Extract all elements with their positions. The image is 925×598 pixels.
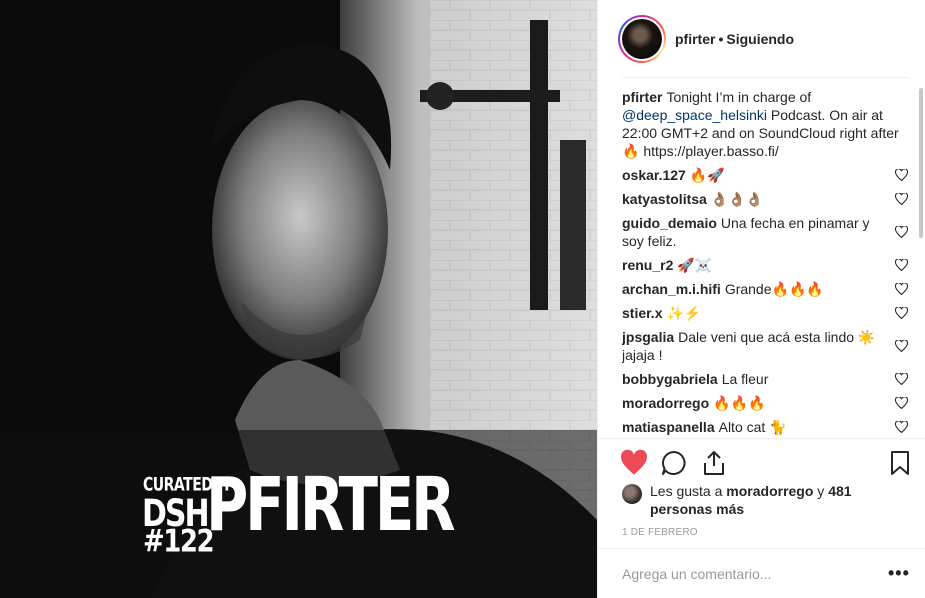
comment-input[interactable] <box>622 563 862 585</box>
heart-outline-icon[interactable] <box>895 340 908 352</box>
comment-item: archan_m.i.hifi Grande🔥🔥🔥 <box>622 280 916 298</box>
add-comment-bar: ••• <box>598 548 925 598</box>
heart-outline-icon[interactable] <box>895 193 908 205</box>
comments-list[interactable]: pfirter Tonight I’m in charge of @deep_sp… <box>622 88 916 438</box>
comment-username[interactable]: bobbygabriela <box>622 371 718 387</box>
save-button[interactable] <box>886 449 914 477</box>
heart-outline-icon[interactable] <box>895 421 908 433</box>
heart-outline-icon[interactable] <box>895 307 908 319</box>
comment-username[interactable]: oskar.127 <box>622 167 686 183</box>
heart-outline-icon[interactable] <box>895 373 908 385</box>
comment-bubble-icon <box>662 451 686 475</box>
comment-item: guido_demaio Una fecha en pinamar y soy f… <box>622 214 916 250</box>
like-button[interactable] <box>620 449 648 477</box>
likes-prefix: Les gusta a <box>650 483 723 499</box>
comment-item: oskar.127 🔥🚀 <box>622 166 916 184</box>
share-icon <box>704 451 724 475</box>
likes-summary: Les gusta a moradorrego y 481 personas m… <box>622 482 912 518</box>
post-header: pfirter • Siguiendo <box>598 0 925 78</box>
header-info: pfirter • Siguiendo <box>675 31 794 47</box>
caption-username[interactable]: pfirter <box>622 89 662 105</box>
heart-filled-icon <box>621 449 647 475</box>
comment-text: 🔥🔥🔥 <box>713 395 766 411</box>
likes-conj: y <box>817 483 825 499</box>
bookmark-icon <box>891 451 909 475</box>
comment-username[interactable]: archan_m.i.hifi <box>622 281 721 297</box>
caption-text-before: Tonight I’m in charge of <box>666 89 812 105</box>
liker-avatar[interactable] <box>622 484 642 504</box>
comment-item: jpsgalia Dale veni que acá esta lindo ☀️ … <box>622 328 916 364</box>
post-photo[interactable]: CURATEDBY DSH #122 PFIRTER <box>0 0 597 598</box>
comment-username[interactable]: guido_demaio <box>622 215 717 231</box>
heart-outline-icon[interactable] <box>895 283 908 295</box>
comment-text: 👌🏽👌🏽👌🏽 <box>710 191 764 207</box>
comment-username[interactable]: moradorrego <box>622 395 709 411</box>
comment-username[interactable]: matiaspanella <box>622 419 715 435</box>
comment-item: bobbygabriela La fleur <box>622 370 916 388</box>
comment-item: katyastolitsa 👌🏽👌🏽👌🏽 <box>622 190 916 208</box>
comment-text: La fleur <box>721 371 769 387</box>
post-caption: pfirter Tonight I’m in charge of @deep_sp… <box>622 88 916 160</box>
heart-outline-icon[interactable] <box>895 397 908 409</box>
post-side-panel: pfirter • Siguiendo pfirter Tonight I’m in … <box>597 0 925 598</box>
comment-username[interactable]: stier.x <box>622 305 662 321</box>
heart-outline-icon[interactable] <box>895 259 908 271</box>
post-date[interactable]: 1 DE FEBRERO <box>622 527 698 538</box>
caption-mention[interactable]: @deep_space_helsinki <box>622 107 767 123</box>
comment-item: renu_r2 🚀☠️ <box>622 256 916 274</box>
comment-item: moradorrego 🔥🔥🔥 <box>622 394 916 412</box>
more-options-icon[interactable]: ••• <box>888 564 910 582</box>
share-button[interactable] <box>700 449 728 477</box>
overlay-artist-name: PFIRTER <box>206 462 456 548</box>
heart-outline-icon[interactable] <box>895 226 908 238</box>
comment-button[interactable] <box>660 449 688 477</box>
header-divider <box>622 77 909 78</box>
comment-item: matiaspanella Alto cat 🐈 <box>622 418 916 436</box>
header-username[interactable]: pfirter <box>675 31 715 47</box>
heart-outline-icon[interactable] <box>895 169 908 181</box>
header-separator: • <box>718 31 724 47</box>
comment-username[interactable]: renu_r2 <box>622 257 673 273</box>
liker-username[interactable]: moradorrego <box>726 483 813 499</box>
comment-username[interactable]: katyastolitsa <box>622 191 707 207</box>
comment-text: Alto cat 🐈 <box>718 419 787 435</box>
action-bar <box>598 438 925 488</box>
profile-avatar[interactable] <box>618 15 666 63</box>
overlay-number: #122 <box>143 524 215 560</box>
comment-username[interactable]: jpsgalia <box>622 329 674 345</box>
comment-text: 🔥🚀 <box>689 167 725 183</box>
comment-item: stier.x ✨⚡ <box>622 304 916 322</box>
comment-text: 🚀☠️ <box>677 257 713 273</box>
comment-text: Grande🔥🔥🔥 <box>724 281 824 297</box>
comments-scrollbar[interactable] <box>919 88 923 238</box>
comment-text: ✨⚡ <box>666 305 702 321</box>
follow-status-button[interactable]: Siguiendo <box>726 31 794 47</box>
